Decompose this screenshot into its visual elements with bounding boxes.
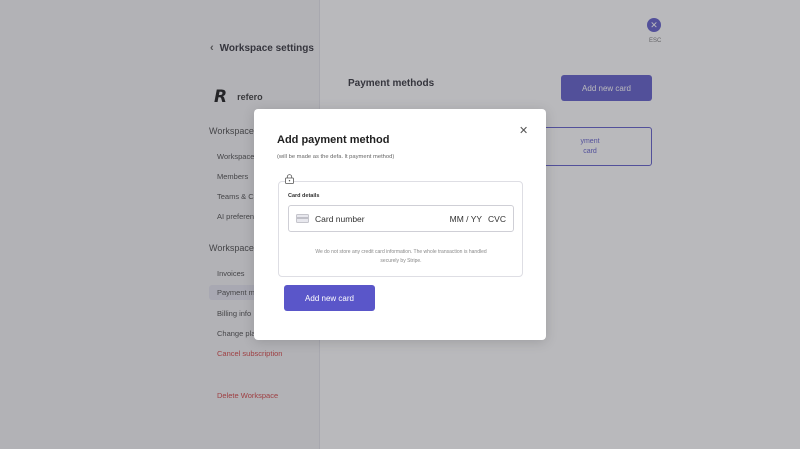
modal-title: Add payment method	[277, 134, 390, 146]
lock-icon	[285, 174, 294, 184]
submit-add-card-button[interactable]: Add new card	[284, 285, 375, 311]
card-details-label: Card details	[288, 193, 320, 199]
secure-note: We do not store any credit card informat…	[288, 248, 514, 265]
close-modal-icon[interactable]: ✕	[519, 124, 528, 137]
credit-card-icon	[296, 214, 309, 223]
cvc-input[interactable]: CVC	[488, 214, 506, 224]
card-input-field[interactable]: Card number MM / YY CVC	[288, 205, 514, 232]
secure-note-line2: securely by Stripe.	[380, 257, 422, 264]
expiry-input[interactable]: MM / YY	[450, 214, 482, 224]
secure-note-line1: We do not store any credit card informat…	[315, 249, 487, 255]
add-payment-method-modal: ✕ Add payment method (will be made as th…	[254, 109, 546, 340]
card-number-input[interactable]: Card number	[315, 214, 450, 224]
card-details-box: Card details Card number MM / YY CVC We …	[278, 181, 523, 277]
modal-subtitle: (will be made as the defa. lt payment me…	[277, 154, 395, 160]
